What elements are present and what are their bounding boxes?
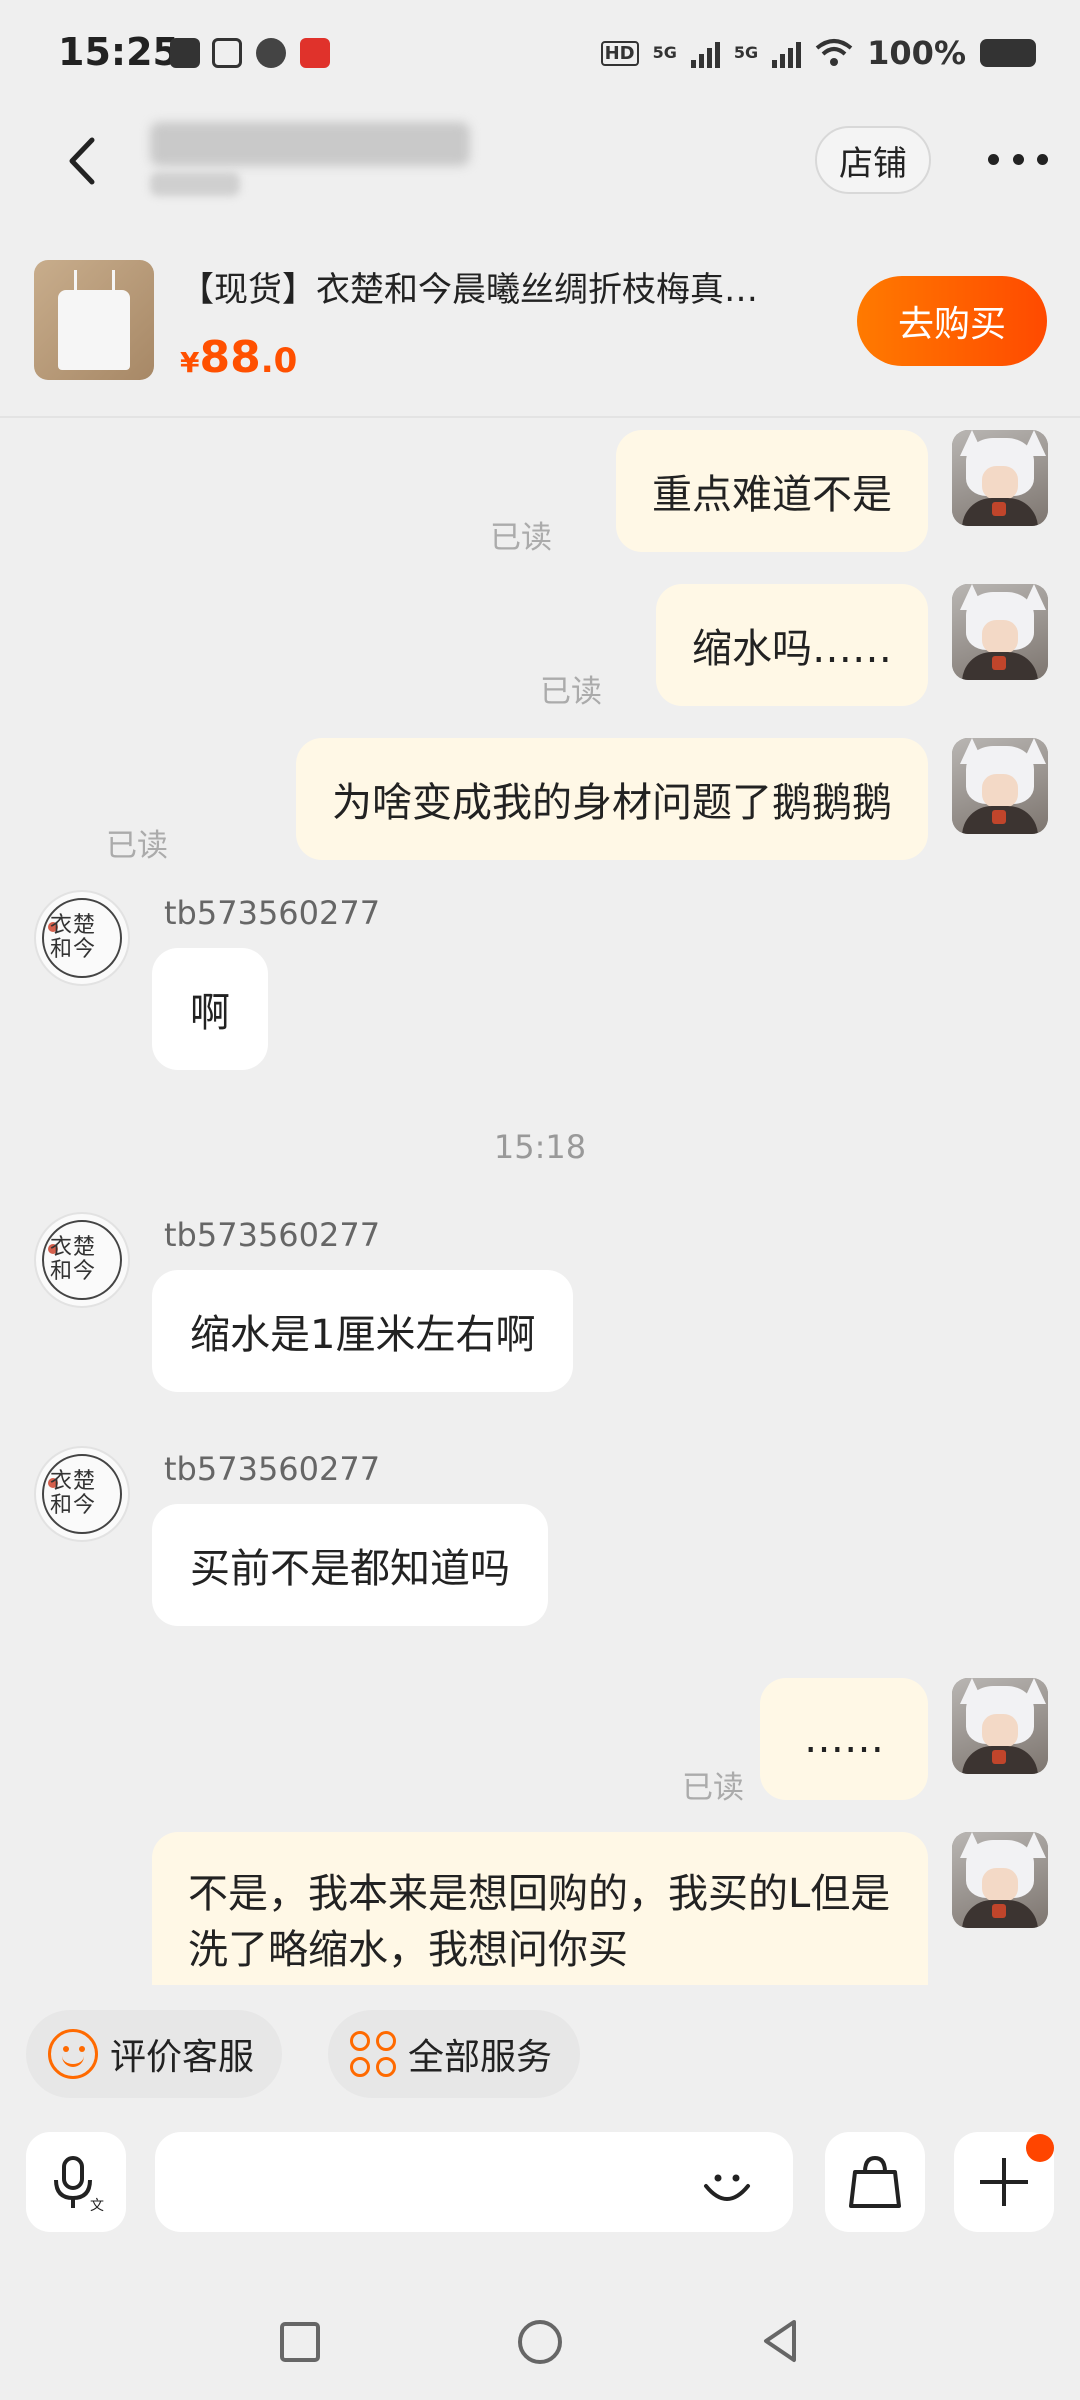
notification-dot xyxy=(1026,2134,1054,2162)
sender-name: tb573560277 xyxy=(164,894,381,932)
product-thumbnail[interactable] xyxy=(34,260,154,380)
product-bag-button[interactable] xyxy=(825,2132,925,2232)
buy-button[interactable]: 去购买 xyxy=(857,276,1047,366)
read-receipt: 已读 xyxy=(490,520,552,556)
price-symbol: ¥ xyxy=(180,346,200,379)
signal-icon-1 xyxy=(690,38,720,68)
status-right: HD 5G 5G 100% xyxy=(600,34,1036,72)
read-receipt: 已读 xyxy=(540,674,602,710)
my-avatar[interactable] xyxy=(952,584,1048,680)
emoji-icon[interactable] xyxy=(700,2158,754,2212)
message-bubble[interactable]: 啊 xyxy=(152,948,268,1070)
svg-text:文: 文 xyxy=(90,2198,104,2212)
network-type-1: 5G xyxy=(652,43,677,62)
grid-icon xyxy=(350,2031,396,2077)
message-bubble[interactable]: 重点难道不是 xyxy=(616,430,928,552)
plus-icon xyxy=(980,2158,1028,2206)
shop-name-blurred xyxy=(150,122,470,166)
shop-avatar[interactable]: 衣楚 和今 xyxy=(34,1446,130,1542)
shopping-bag-icon xyxy=(849,2155,901,2208)
quick-actions: 评价客服 全部服务 xyxy=(0,2010,1080,2100)
smile-icon xyxy=(48,2029,98,2079)
message-input[interactable] xyxy=(155,2132,793,2232)
my-avatar[interactable] xyxy=(952,1832,1048,1928)
signal-icon-2 xyxy=(772,38,802,68)
message-bubble[interactable]: 买前不是都知道吗 xyxy=(152,1504,548,1626)
network-type-2: 5G xyxy=(733,43,759,62)
wifi-icon xyxy=(815,39,853,66)
battery-percent: 100% xyxy=(867,34,966,72)
read-receipt: 已读 xyxy=(106,828,168,864)
voice-button[interactable]: 文 xyxy=(26,2132,126,2232)
chat-header: 店铺 xyxy=(0,110,1080,210)
rate-service-label: 评价客服 xyxy=(110,2037,255,2078)
input-bar: 文 xyxy=(0,2128,1080,2238)
chat-area[interactable]: 重点难道不是 已读 缩水吗…… 已读 为啥变成我的身材问题了鹅鹅鹅 已读 衣楚和… xyxy=(0,420,1080,1985)
product-price: ¥88.0 xyxy=(180,332,297,383)
price-decimal: .0 xyxy=(260,341,298,381)
message-bubble[interactable]: 为啥变成我的身材问题了鹅鹅鹅 xyxy=(296,738,928,860)
message-bubble[interactable]: 不是，我本来是想回购的，我买的L但是洗了略缩水，我想问你买 xyxy=(152,1832,928,1985)
sender-name: tb573560277 xyxy=(164,1216,381,1254)
microphone-icon: 文 xyxy=(54,2156,104,2212)
system-nav-bar xyxy=(0,2300,1080,2400)
my-avatar[interactable] xyxy=(952,738,1048,834)
nav-back-icon[interactable] xyxy=(758,2316,802,2366)
shop-avatar[interactable]: 衣楚 和今 xyxy=(34,1212,130,1308)
my-avatar[interactable] xyxy=(952,430,1048,526)
status-time: 15:25 xyxy=(58,30,179,74)
my-avatar[interactable] xyxy=(952,1678,1048,1774)
message-bubble[interactable]: …… xyxy=(760,1678,928,1800)
status-bar: 15:25 HD 5G 5G 100% xyxy=(0,0,1080,110)
scissors-app-icon xyxy=(212,38,242,68)
battery-icon xyxy=(980,39,1036,67)
store-button[interactable]: 店铺 xyxy=(815,126,931,194)
message-timestamp: 15:18 xyxy=(493,1128,587,1166)
all-services-label: 全部服务 xyxy=(408,2037,553,2078)
product-card[interactable]: 【现货】衣楚和今晨曦丝绸折枝梅真… ¥88.0 去购买 xyxy=(0,240,1080,418)
hd-voice-icon: HD xyxy=(600,40,639,66)
wechat-icon xyxy=(256,38,286,68)
product-title[interactable]: 【现货】衣楚和今晨曦丝绸折枝梅真… xyxy=(180,262,820,311)
shop-status-blurred xyxy=(150,172,240,196)
rate-service-button[interactable]: 评价客服 xyxy=(26,2010,283,2098)
recent-apps-icon[interactable] xyxy=(280,2322,320,2362)
price-integer: 88 xyxy=(199,332,261,383)
task-check-icon xyxy=(170,38,200,68)
notification-app-icon xyxy=(300,38,330,68)
chevron-left-icon[interactable] xyxy=(62,136,102,186)
message-bubble[interactable]: 缩水是1厘米左右啊 xyxy=(152,1270,574,1392)
home-icon[interactable] xyxy=(518,2320,562,2364)
all-services-button[interactable]: 全部服务 xyxy=(328,2010,581,2098)
message-bubble[interactable]: 缩水吗…… xyxy=(656,584,928,706)
sender-name: tb573560277 xyxy=(164,1450,381,1488)
shop-avatar[interactable]: 衣楚 和今 xyxy=(34,890,130,986)
more-dots-icon[interactable] xyxy=(988,154,1048,166)
read-receipt: 已读 xyxy=(682,1770,744,1806)
